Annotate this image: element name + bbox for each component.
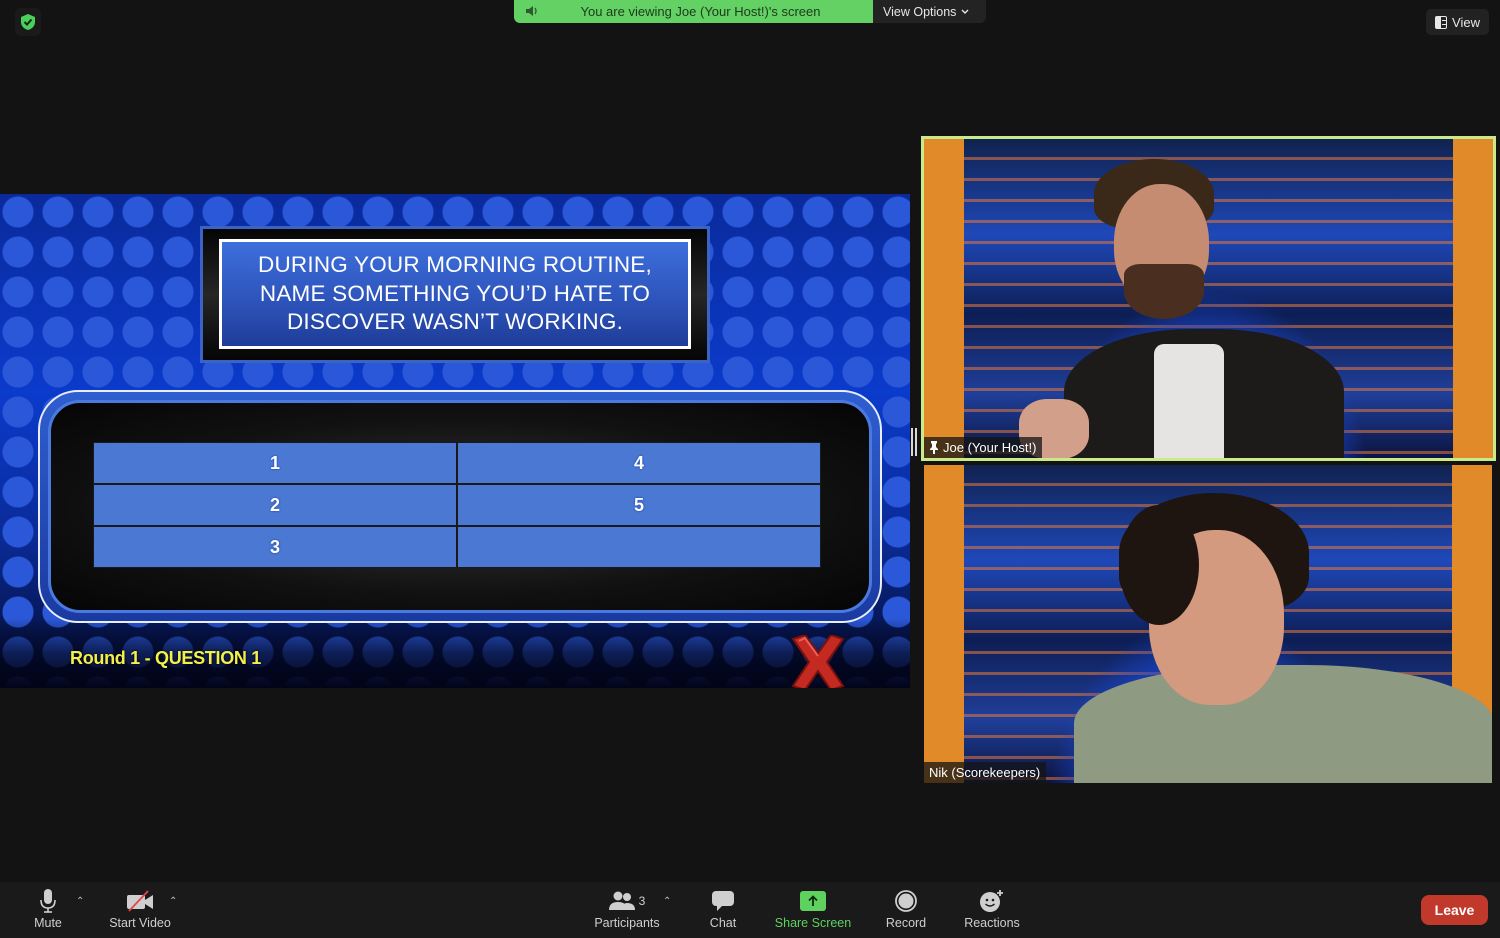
answer-slot-1: 1: [94, 443, 456, 483]
answer-slot-4: 4: [458, 443, 820, 483]
video-options-caret[interactable]: ⌃: [169, 896, 177, 907]
start-video-label: Start Video: [109, 916, 171, 930]
answer-slot-3: 3: [94, 527, 456, 567]
chat-bubble-icon: [712, 891, 734, 911]
video-tile-nik[interactable]: Nik (Scorekeepers): [924, 465, 1492, 783]
participant-video-nik: [924, 465, 1492, 783]
participants-options-caret[interactable]: ⌃: [663, 896, 671, 907]
video-tile-joe[interactable]: Joe (Your Host!): [921, 136, 1496, 461]
resize-handle[interactable]: [911, 428, 917, 456]
participant-video-joe: [924, 139, 1493, 458]
mute-label: Mute: [34, 916, 62, 930]
mute-button[interactable]: Mute: [28, 882, 68, 938]
participant-name-tag: Nik (Scorekeepers): [924, 762, 1047, 783]
answer-slot-5: 5: [458, 485, 820, 525]
view-options-button[interactable]: View Options: [873, 0, 986, 23]
reactions-label: Reactions: [964, 916, 1020, 930]
shared-screen: DURING YOUR MORNING ROUTINE, NAME SOMETH…: [0, 194, 910, 688]
view-label: View: [1452, 14, 1480, 30]
participant-name-tag: Joe (Your Host!): [924, 437, 1043, 458]
participants-icon: [608, 891, 635, 910]
record-label: Record: [885, 916, 927, 930]
chevron-down-icon: [961, 9, 969, 14]
view-button[interactable]: View: [1426, 9, 1489, 35]
speaker-icon: [526, 6, 537, 16]
answer-grid: 1 4 2 5 3: [93, 442, 821, 568]
record-button[interactable]: Record: [882, 882, 930, 938]
security-shield-button[interactable]: [15, 8, 41, 36]
start-video-button[interactable]: Start Video: [104, 882, 176, 938]
answer-board: 1 4 2 5 3: [38, 390, 882, 623]
answer-board-inner: 1 4 2 5 3: [48, 400, 872, 613]
smiley-plus-icon: [980, 890, 1003, 912]
reactions-button[interactable]: Reactions: [961, 882, 1023, 938]
answer-slot-2: 2: [94, 485, 456, 525]
round-label: Round 1 - QUESTION 1: [70, 648, 262, 668]
participant-name: Nik (Scorekeepers): [929, 765, 1041, 780]
chat-label: Chat: [709, 916, 737, 930]
gallery-view-icon: [1435, 15, 1448, 29]
participants-label: Participants: [594, 916, 660, 930]
share-screen-label: Share Screen: [774, 916, 852, 930]
answer-slot-empty: [458, 527, 820, 567]
share-screen-button[interactable]: Share Screen: [772, 882, 854, 938]
screen-share-banner: You are viewing Joe (Your Host!)'s scree…: [514, 0, 986, 23]
question-frame: DURING YOUR MORNING ROUTINE, NAME SOMETH…: [200, 226, 710, 363]
meeting-toolbar: Mute ⌃ Start Video ⌃ 3 Participants ⌃ Ch…: [0, 882, 1500, 938]
viewing-status-text: You are viewing Joe (Your Host!)'s scree…: [580, 4, 821, 19]
red-x-icon: [791, 635, 845, 688]
microphone-icon: [40, 889, 56, 913]
participant-name: Joe (Your Host!): [943, 440, 1037, 455]
chat-button[interactable]: Chat: [702, 882, 744, 938]
zoom-meeting-window: You are viewing Joe (Your Host!)'s scree…: [0, 0, 1500, 938]
pin-icon: [930, 441, 938, 454]
record-icon: [895, 890, 917, 912]
video-camera-off-icon: [127, 890, 153, 912]
share-screen-arrow-icon: [800, 891, 826, 911]
question-text: DURING YOUR MORNING ROUTINE, NAME SOMETH…: [219, 239, 691, 349]
viewing-status: You are viewing Joe (Your Host!)'s scree…: [514, 0, 873, 23]
leave-button[interactable]: Leave: [1421, 895, 1488, 925]
view-options-label: View Options: [883, 4, 957, 19]
audio-options-caret[interactable]: ⌃: [76, 896, 84, 907]
participants-button[interactable]: 3 Participants: [590, 882, 664, 938]
shield-check-icon: [21, 14, 35, 30]
participants-count: 3: [638, 894, 646, 908]
